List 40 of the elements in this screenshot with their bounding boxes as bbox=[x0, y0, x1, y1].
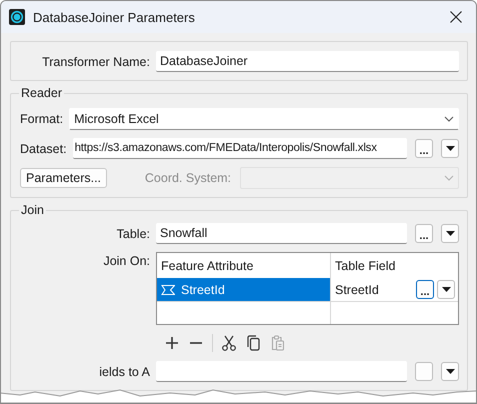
parameters-button[interactable]: Parameters... bbox=[20, 168, 108, 188]
field-label: Format: bbox=[20, 112, 64, 126]
table-cell[interactable]: StreetId ... bbox=[331, 278, 458, 302]
table-cell[interactable]: StreetId bbox=[157, 278, 331, 302]
clipboard-icon bbox=[270, 335, 284, 351]
dataset-field[interactable]: https://s3.amazonaws.com/FMEData/Interopolis/Snowfall.xlsx bbox=[72, 138, 407, 159]
caret-icon bbox=[446, 231, 454, 236]
menu-button[interactable] bbox=[441, 362, 459, 381]
fields-field[interactable] bbox=[156, 361, 407, 382]
table-field[interactable]: Snowfall bbox=[156, 223, 407, 244]
copy-icon bbox=[246, 335, 260, 351]
transformer-name-field[interactable]: DatabaseJoiner bbox=[156, 51, 459, 72]
plus-icon bbox=[166, 337, 178, 349]
scissors-icon bbox=[222, 335, 236, 351]
menu-button[interactable] bbox=[441, 224, 459, 243]
attribute-icon bbox=[161, 284, 175, 294]
cut-button[interactable] bbox=[219, 333, 239, 353]
field-label: ields to A bbox=[98, 364, 150, 378]
format-dropdown[interactable]: Microsoft Excel bbox=[69, 108, 459, 130]
browse-button[interactable]: ... bbox=[416, 280, 434, 299]
caret-icon bbox=[446, 146, 454, 151]
chevron-icon bbox=[444, 175, 454, 181]
group-title: Reader bbox=[19, 86, 64, 100]
browse-button[interactable]: ... bbox=[415, 139, 433, 158]
caret-icon bbox=[446, 369, 454, 374]
menu-button[interactable] bbox=[441, 139, 459, 158]
minus-icon bbox=[190, 342, 202, 344]
group-title: Join bbox=[19, 203, 46, 217]
app-icon bbox=[9, 9, 25, 25]
field-label: Transformer Name: bbox=[41, 54, 150, 68]
chevron-icon bbox=[444, 116, 454, 122]
field-label: Coord. System: bbox=[144, 171, 232, 185]
field-label: Join On: bbox=[102, 254, 150, 268]
field-label: Dataset: bbox=[20, 142, 67, 156]
browse-button[interactable]: ... bbox=[415, 224, 433, 243]
caret-icon bbox=[442, 287, 450, 292]
window-title: DatabaseJoiner Parameters bbox=[33, 10, 196, 24]
close-icon[interactable] bbox=[450, 11, 462, 23]
menu-button[interactable] bbox=[437, 280, 455, 299]
field-label: Table: bbox=[116, 226, 150, 240]
